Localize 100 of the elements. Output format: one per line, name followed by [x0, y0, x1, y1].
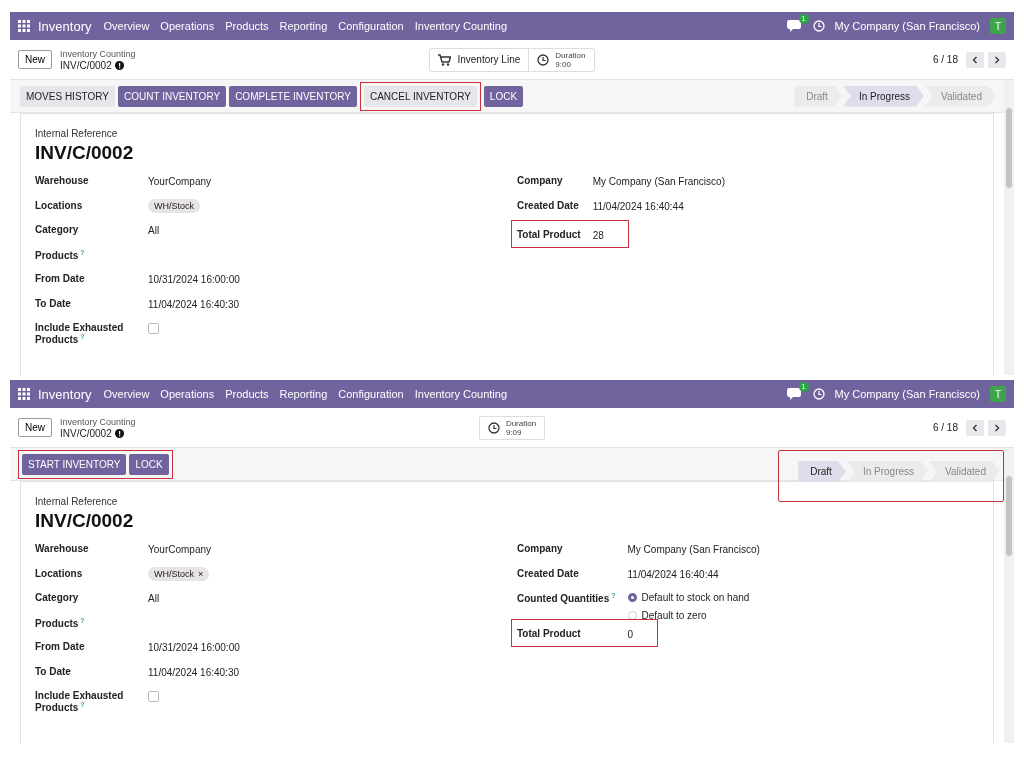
checkbox[interactable] [148, 691, 159, 702]
menu-item[interactable]: Operations [160, 388, 215, 400]
field-label: Counted Quantities $^{?}$ [517, 593, 616, 605]
action-button[interactable]: MOVES HISTORY [20, 85, 115, 107]
clock-icon [537, 53, 550, 66]
next-button[interactable] [988, 419, 1006, 436]
record-title: INV/C/0002 [35, 142, 135, 164]
app-name[interactable]: Inventory [38, 18, 92, 34]
menu-item[interactable]: Configuration [338, 20, 404, 32]
apps-grid-icon[interactable] [18, 20, 30, 32]
location-tag: WH/Stock [148, 198, 200, 213]
field-value: 11/04/2024 16:40:30 [148, 665, 239, 678]
action-button[interactable]: COMPLETE INVENTORY [229, 85, 357, 107]
menu-item[interactable]: Reporting [279, 20, 328, 32]
scrollbar[interactable] [1004, 448, 1014, 744]
field-label: Warehouse [35, 175, 89, 186]
radio-option[interactable]: Default to stock on hand [627, 592, 750, 603]
status-stage[interactable]: In Progress [842, 85, 925, 107]
new-button[interactable]: New [18, 50, 52, 69]
radio-option[interactable]: Default to zero [627, 610, 750, 621]
chat-icon[interactable] [786, 387, 801, 401]
app-name[interactable]: Inventory [38, 386, 92, 402]
chevron-right-icon [993, 423, 1001, 432]
chevron-left-icon [971, 55, 979, 64]
menu-item[interactable]: Inventory Counting [414, 20, 508, 32]
user-avatar[interactable]: T [990, 18, 1006, 34]
field-label: Include Exhausted Products $^{?}$ [35, 690, 124, 714]
field-label: Total Product [517, 628, 581, 639]
field-value: 10/31/2024 16:00:00 [148, 273, 240, 285]
status-stage[interactable]: Validated [929, 461, 1000, 482]
checkbox[interactable] [148, 323, 159, 334]
record-name: INV/C/0002 [60, 59, 112, 71]
pager-counter[interactable]: 6 / 18 [932, 54, 958, 65]
status-stage[interactable]: Draft [798, 461, 846, 482]
field-value: 10/31/2024 16:00:00 [148, 641, 240, 653]
field-value: 11/04/2024 16:40:44 [627, 567, 719, 580]
user-avatar[interactable]: T [990, 386, 1006, 402]
info-icon[interactable] [114, 428, 124, 438]
menu-item[interactable]: Overview [103, 20, 150, 32]
menu-item[interactable]: Inventory Counting [414, 388, 508, 400]
action-button[interactable]: START INVENTORY [22, 453, 127, 475]
info-icon[interactable] [114, 60, 124, 70]
field-value: My Company (San Francisco) [592, 175, 725, 187]
previous-button[interactable] [966, 51, 984, 68]
field-value: 11/04/2024 16:40:30 [148, 297, 239, 310]
radio-button[interactable] [627, 593, 637, 602]
cart-icon [438, 53, 452, 66]
status-stage[interactable]: In Progress [846, 461, 929, 482]
field-label: Internal Reference [35, 128, 119, 139]
field-value: 28 [592, 229, 604, 241]
field-label: Total Product [517, 229, 581, 240]
status-stage[interactable]: Validated [925, 85, 996, 107]
chevron-left-icon [971, 423, 979, 432]
field-value: YourCompany [148, 543, 211, 555]
field-label: To Date [35, 297, 71, 309]
field-value: All [148, 224, 160, 236]
field-label: Created Date [517, 567, 579, 579]
field-label: Warehouse [35, 543, 89, 554]
clock-icon [487, 421, 500, 434]
remove-tag-button[interactable]: × [198, 568, 204, 579]
duration-button[interactable]: Duration 9:09 [479, 416, 545, 439]
company-switcher[interactable]: My Company (San Francisco) [834, 20, 980, 32]
record-title: INV/C/0002 [35, 510, 135, 532]
menu-item[interactable]: Products [225, 20, 269, 32]
clock-icon[interactable] [812, 20, 825, 32]
field-label: From Date [35, 641, 85, 652]
action-button[interactable]: CANCEL INVENTORY [363, 85, 477, 107]
next-button[interactable] [988, 51, 1006, 68]
field-label: Internal Reference [35, 496, 119, 507]
field-label: To Date [35, 665, 71, 677]
field-value: All [148, 592, 160, 604]
breadcrumb-link[interactable]: Inventory Counting [60, 416, 136, 428]
previous-button[interactable] [966, 419, 984, 436]
duration-button[interactable]: Duration 9:00 [528, 48, 594, 71]
chat-icon[interactable] [786, 19, 801, 33]
field-value: YourCompany [148, 175, 211, 187]
chevron-right-icon [993, 55, 1001, 64]
scrollbar[interactable] [1004, 80, 1014, 376]
field-label: Products $^{?}$ [35, 617, 85, 629]
pager-counter[interactable]: 6 / 18 [932, 422, 958, 433]
clock-icon[interactable] [812, 388, 825, 400]
apps-grid-icon[interactable] [18, 388, 30, 400]
menu-item[interactable]: Products [225, 388, 269, 400]
field-label: Include Exhausted Products $^{?}$ [35, 322, 124, 346]
location-tag: WH/Stock × [148, 566, 210, 581]
action-button[interactable]: LOCK [129, 453, 169, 475]
new-button[interactable]: New [18, 418, 52, 437]
menu-item[interactable]: Configuration [338, 388, 404, 400]
field-label: Created Date [517, 199, 579, 211]
action-button[interactable]: LOCK [483, 85, 524, 107]
field-label: From Date [35, 273, 85, 284]
field-label: Category [35, 592, 79, 603]
menu-item[interactable]: Operations [160, 20, 215, 32]
action-button[interactable]: COUNT INVENTORY [118, 85, 227, 107]
status-stage[interactable]: Draft [794, 85, 842, 107]
menu-item[interactable]: Overview [103, 388, 150, 400]
field-label: Company [517, 543, 563, 554]
breadcrumb-link[interactable]: Inventory Counting [60, 48, 136, 60]
menu-item[interactable]: Reporting [279, 388, 328, 400]
company-switcher[interactable]: My Company (San Francisco) [834, 388, 980, 400]
